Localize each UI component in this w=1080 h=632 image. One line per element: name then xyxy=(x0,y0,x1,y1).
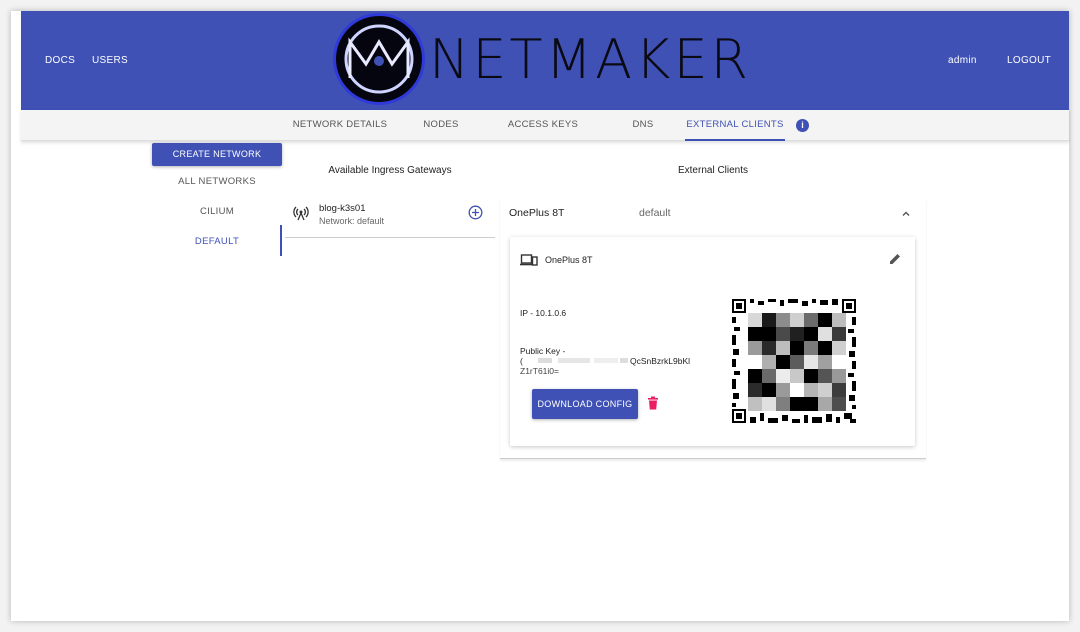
qr-code xyxy=(732,299,856,423)
client-ip: IP - 10.1.0.6 xyxy=(520,308,567,318)
brand-wordmark: NETMAKER xyxy=(429,28,752,91)
public-key-visible: QcSnBzrkL9bKl xyxy=(630,356,690,366)
client-card: OnePlus 8T IP - 10.1.0.6 Public Key - ( … xyxy=(510,237,915,446)
network-item-default[interactable]: DEFAULT xyxy=(152,236,282,247)
gateway-list-item[interactable]: blog-k3s01 Network: default xyxy=(285,197,495,238)
network-item-cilium[interactable]: CILIUM xyxy=(152,206,282,217)
netmaker-logo: NETMAKER xyxy=(333,11,753,110)
gateway-network: Network: default xyxy=(319,216,385,226)
info-icon[interactable]: i xyxy=(796,119,809,132)
docs-link[interactable]: DOCS xyxy=(45,55,75,66)
download-config-button[interactable]: DOWNLOAD CONFIG xyxy=(532,389,638,419)
client-card-title: OnePlus 8T xyxy=(545,255,593,265)
public-key-prefix: ( xyxy=(520,356,523,366)
tab-access-keys[interactable]: ACCESS KEYS xyxy=(499,110,587,141)
user-name[interactable]: admin xyxy=(948,55,977,66)
public-key-suffix: Z1rT61i0= xyxy=(520,366,559,376)
trash-icon[interactable] xyxy=(647,396,659,415)
external-clients-title: External Clients xyxy=(677,165,749,176)
network-tab-bar: NETWORK DETAILS NODES ACCESS KEYS DNS EX… xyxy=(21,110,1069,141)
logo-emblem-icon xyxy=(333,13,425,105)
edit-pencil-icon[interactable] xyxy=(888,252,902,271)
gateways-title: Available Ingress Gateways xyxy=(328,165,452,176)
tab-external-clients[interactable]: EXTERNAL CLIENTS xyxy=(685,110,785,141)
chevron-up-icon[interactable] xyxy=(900,207,912,225)
app-bar: DOCS USERS NETMAKER admin LOGOUT xyxy=(21,11,1069,110)
redacted-segment xyxy=(620,358,628,363)
client-name[interactable]: OnePlus 8T xyxy=(509,207,564,219)
logout-link[interactable]: LOGOUT xyxy=(1007,55,1051,66)
public-key-line: ( QcSnBzrkL9bKl xyxy=(520,356,690,366)
devices-icon xyxy=(520,253,538,272)
client-network: default xyxy=(639,207,671,219)
all-networks-link[interactable]: ALL NETWORKS xyxy=(152,176,282,187)
tab-network-details[interactable]: NETWORK DETAILS xyxy=(285,110,395,141)
public-key-label: Public Key - xyxy=(520,346,566,356)
gateway-name: blog-k3s01 xyxy=(319,203,366,214)
tab-dns[interactable]: DNS xyxy=(618,110,668,141)
create-network-button[interactable]: CREATE NETWORK xyxy=(152,143,282,166)
app-window: DOCS USERS NETMAKER admin LOGOUT NETWORK… xyxy=(11,11,1069,621)
add-circle-icon[interactable] xyxy=(468,205,483,225)
tab-nodes[interactable]: NODES xyxy=(411,110,471,141)
redacted-segment xyxy=(538,358,552,363)
client-accordion: OnePlus 8T default OnePlus 8T IP - 10.1.… xyxy=(500,197,926,459)
redacted-segment xyxy=(594,358,618,363)
redacted-segment xyxy=(558,358,590,363)
active-network-indicator xyxy=(280,225,282,256)
antenna-icon xyxy=(293,205,309,226)
users-link[interactable]: USERS xyxy=(92,55,128,66)
